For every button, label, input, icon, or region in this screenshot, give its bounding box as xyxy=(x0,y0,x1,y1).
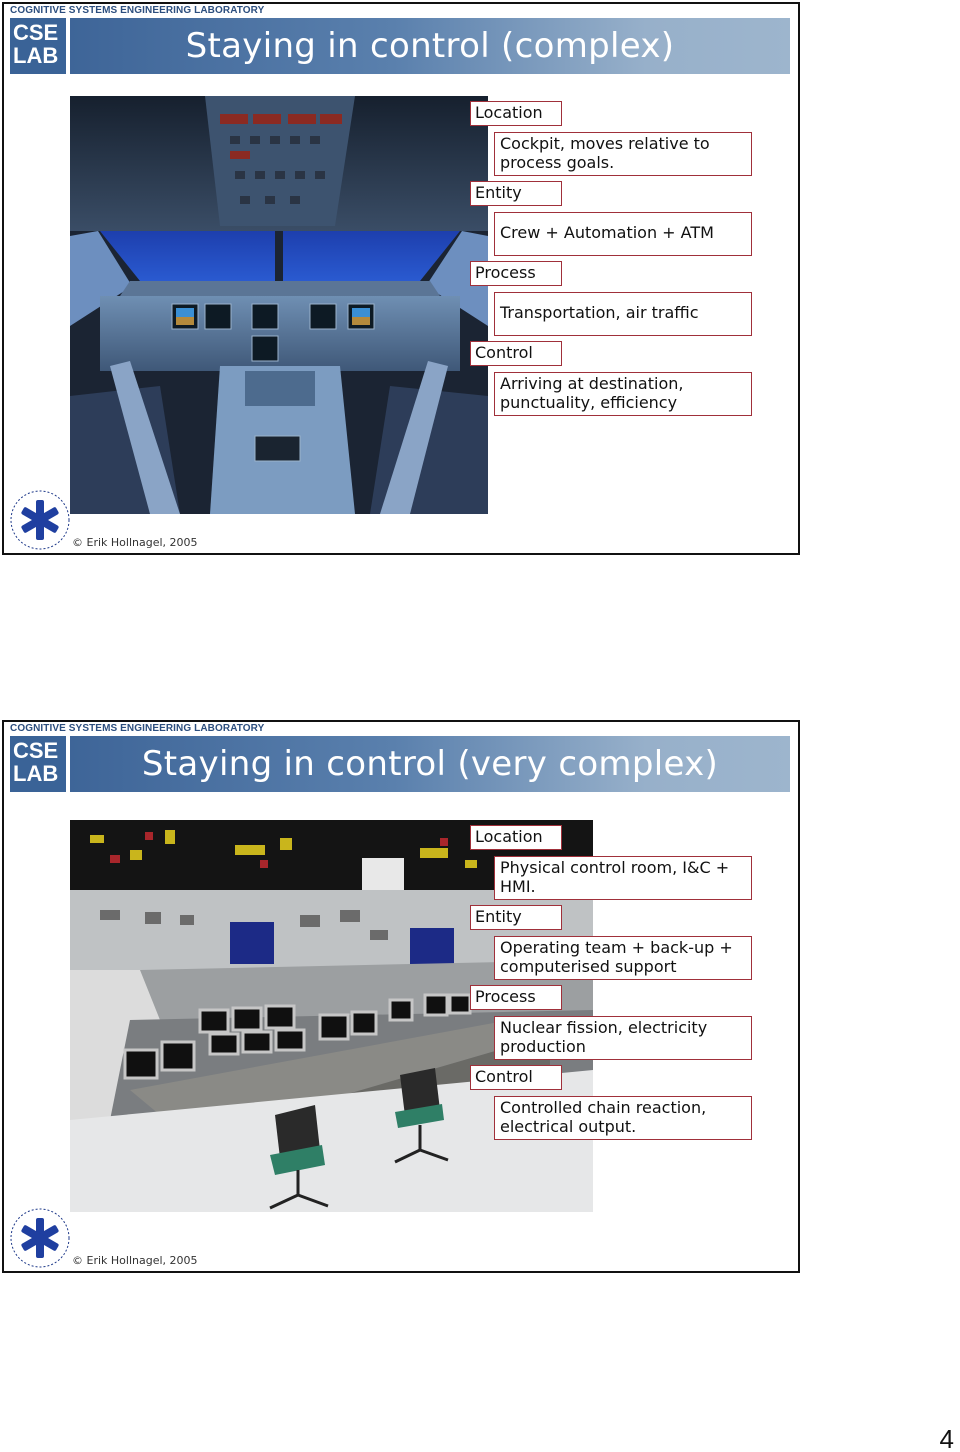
copyright-text: © Erik Hollnagel, 2005 xyxy=(72,1254,198,1267)
cse-lab-logo: CSE LAB xyxy=(10,736,66,792)
linkoping-university-logo xyxy=(8,488,72,552)
copyright-text: © Erik Hollnagel, 2005 xyxy=(72,536,198,549)
value-process: Transportation, air traffic xyxy=(494,292,752,336)
value-location: Physical control room, I&C + HMI. xyxy=(494,856,752,900)
lab-name: COGNITIVE SYSTEMS ENGINEERING LABORATORY xyxy=(10,5,265,16)
label-entity: Entity xyxy=(470,181,562,206)
label-location: Location xyxy=(470,825,562,850)
page-number: 4 xyxy=(939,1424,954,1452)
label-control: Control xyxy=(470,341,562,366)
slide-title: Staying in control (very complex) xyxy=(70,736,790,792)
cockpit-photo xyxy=(70,96,488,514)
label-location: Location xyxy=(470,101,562,126)
label-entity: Entity xyxy=(470,905,562,930)
lab-name: COGNITIVE SYSTEMS ENGINEERING LABORATORY xyxy=(10,723,265,734)
slide-2: COGNITIVE SYSTEMS ENGINEERING LABORATORY… xyxy=(2,720,800,1273)
label-process: Process xyxy=(470,261,562,286)
value-entity: Operating team + back-up + computerised … xyxy=(494,936,752,980)
value-control: Arriving at destination, punctuality, ef… xyxy=(494,372,752,416)
label-process: Process xyxy=(470,985,562,1010)
label-control: Control xyxy=(470,1065,562,1090)
value-process: Nuclear fission, electricity production xyxy=(494,1016,752,1060)
slide-1: COGNITIVE SYSTEMS ENGINEERING LABORATORY… xyxy=(2,2,800,555)
value-entity: Crew + Automation + ATM xyxy=(494,212,752,256)
value-location: Cockpit, moves relative to process goals… xyxy=(494,132,752,176)
linkoping-university-logo xyxy=(8,1206,72,1270)
slide-title: Staying in control (complex) xyxy=(70,18,790,74)
value-control: Controlled chain reaction, electrical ou… xyxy=(494,1096,752,1140)
cse-lab-logo: CSE LAB xyxy=(10,18,66,74)
